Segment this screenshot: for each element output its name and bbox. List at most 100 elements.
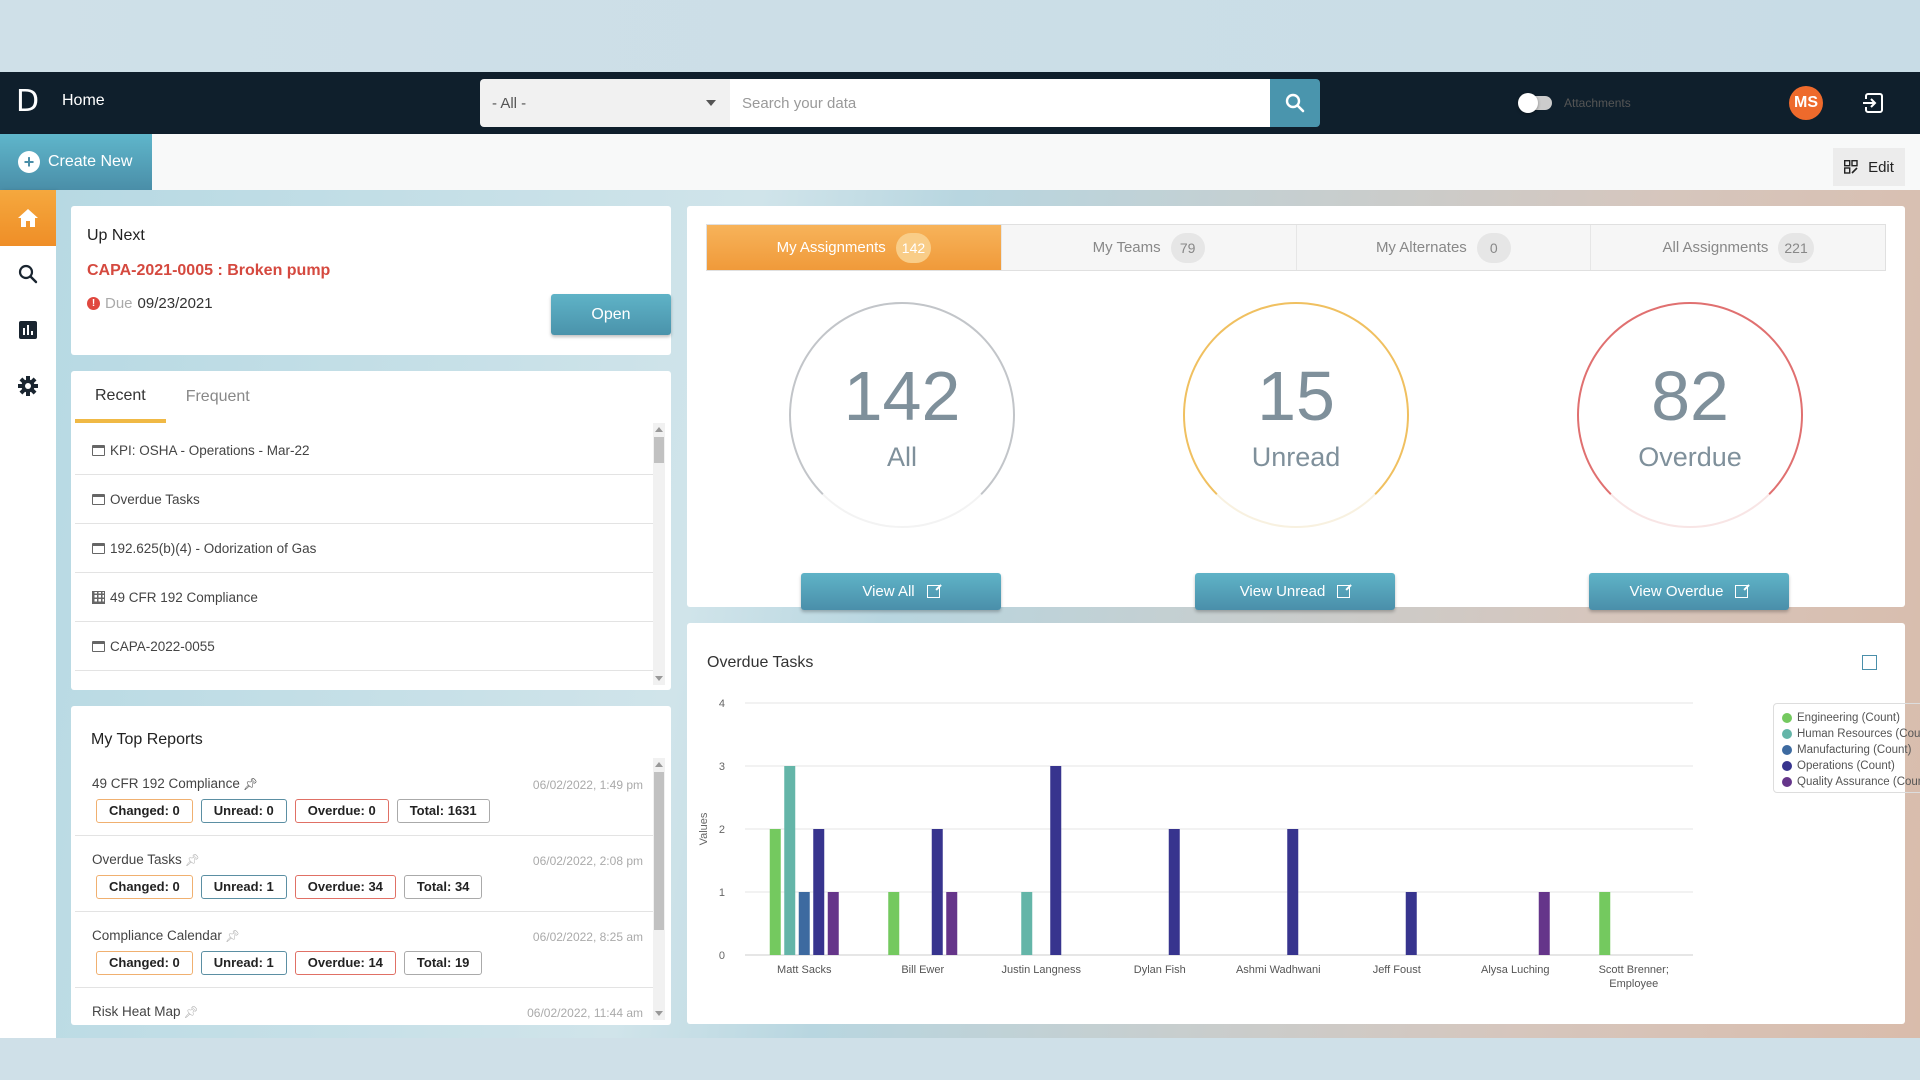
x-tick-label: Jeff Foust	[1373, 964, 1421, 976]
bar-manufacturing-count	[798, 892, 810, 955]
search-input[interactable]	[730, 79, 1270, 127]
list-item-label: CAPA-2022-0055	[110, 638, 215, 654]
search-icon	[1285, 93, 1305, 113]
bar-engineering-count	[1599, 892, 1611, 955]
overdue-tasks-chart: 0 1 2 3 4 Values Matt Sacks Bill Ewer Justin Lan…	[698, 698, 1693, 990]
legend-item[interactable]: Operations (Count)	[1782, 758, 1920, 774]
search-icon	[18, 264, 38, 284]
unread-badge[interactable]: Unread: 1	[200, 875, 287, 899]
pin-icon[interactable]: 📌︎	[184, 1005, 199, 1019]
due-date: 09/23/2021	[137, 295, 213, 312]
legend-item[interactable]: Manufacturing (Count)	[1782, 742, 1920, 758]
report-item[interactable]: 49 CFR 192 Compliance 📌︎ 06/02/2022, 1:49…	[75, 760, 655, 836]
sidebar-item-search[interactable]	[0, 246, 56, 302]
legend-item[interactable]: Quality Assurance (Count)	[1782, 774, 1920, 790]
logout-icon[interactable]	[1862, 92, 1884, 114]
sidebar-item-home[interactable]	[0, 190, 56, 246]
bar-operations-count	[813, 829, 825, 955]
tab-all-assignments[interactable]: All Assignments 221	[1591, 225, 1885, 270]
report-name[interactable]: Risk Heat Map	[92, 1004, 181, 1019]
user-avatar[interactable]: MS	[1789, 86, 1823, 120]
sidebar-item-settings[interactable]	[0, 358, 56, 414]
external-link-icon	[1337, 585, 1351, 598]
view-all-button[interactable]: View All	[801, 573, 1001, 610]
tab-my-teams[interactable]: My Teams 79	[1001, 225, 1297, 270]
edit-dashboard-button[interactable]: Edit	[1833, 148, 1905, 186]
total-badge[interactable]: Total: 34	[403, 875, 483, 899]
tab-frequent[interactable]: Frequent	[166, 371, 270, 423]
legend-item[interactable]: Human Resources (Count)	[1782, 726, 1920, 742]
scroll-thumb[interactable]	[654, 772, 664, 930]
form-icon	[92, 444, 105, 456]
tab-label: My Alternates	[1375, 239, 1467, 256]
report-name[interactable]: Overdue Tasks	[92, 852, 182, 867]
overdue-badge[interactable]: Overdue: 14	[294, 951, 396, 975]
list-item[interactable]: KPI: OSHA - Operations - Mar-22	[75, 426, 655, 475]
changed-badge[interactable]: Changed: 0	[96, 875, 193, 899]
scroll-up-arrow[interactable]	[655, 762, 663, 767]
app-logo[interactable]: D	[16, 86, 40, 118]
report-item[interactable]: Overdue Tasks 📌︎ 06/02/2022, 2:08 pm Chan…	[75, 836, 655, 912]
report-date: 06/02/2022, 1:49 pm	[532, 778, 643, 792]
report-name[interactable]: Compliance Calendar	[92, 928, 222, 943]
changed-badge[interactable]: Changed: 0	[96, 951, 193, 975]
report-name[interactable]: 49 CFR 192 Compliance	[92, 776, 240, 791]
list-item[interactable]: 192.625(b)(4) - Odorization of Gas	[75, 524, 655, 573]
changed-badge[interactable]: Changed: 0	[96, 799, 193, 823]
report-item[interactable]: Risk Heat Map 📌︎ 06/02/2022, 11:44 am	[75, 988, 655, 1022]
pin-icon[interactable]: 📌︎	[225, 929, 240, 943]
attachments-toggle[interactable]: Attachments	[1518, 79, 1631, 127]
list-item[interactable]: 49 CFR 192 Compliance	[75, 573, 655, 622]
recent-tabs: Recent Frequent	[75, 371, 270, 423]
bar-operations-count	[931, 829, 943, 955]
up-next-item-link[interactable]: CAPA-2021-0005 : Broken pump	[87, 262, 330, 280]
unread-badge[interactable]: Unread: 1	[200, 951, 287, 975]
page-title: Home	[62, 92, 105, 109]
top-reports-title: My Top Reports	[91, 731, 203, 748]
view-unread-button[interactable]: View Unread	[1195, 573, 1395, 610]
toggle-switch[interactable]	[1518, 93, 1552, 113]
toolbar: + Create New Edit	[0, 134, 1920, 190]
tab-label: All Assignments	[1662, 239, 1769, 256]
open-button[interactable]: Open	[551, 294, 671, 335]
pin-icon[interactable]: 📌︎	[243, 777, 258, 791]
report-badges: Changed: 0 Unread: 0 Overdue: 0 Total: 1…	[96, 799, 490, 823]
reports-scrollbar[interactable]	[653, 758, 665, 1020]
search-scope-select[interactable]: - All -	[480, 79, 730, 127]
total-badge[interactable]: Total: 19	[403, 951, 483, 975]
create-new-button[interactable]: + Create New	[0, 134, 152, 190]
bar-operations-count	[1405, 892, 1417, 955]
legend-item[interactable]: Engineering (Count)	[1782, 710, 1920, 726]
stat-unread: 15 Unread	[1183, 302, 1409, 528]
list-item[interactable]: CAPA-2022-0055	[75, 622, 655, 671]
expand-icon[interactable]	[1862, 655, 1877, 670]
attachments-label: Attachments	[1564, 96, 1631, 110]
external-link-icon	[1735, 585, 1749, 598]
sidebar-item-reports[interactable]	[0, 302, 56, 358]
stat-value: 82	[1651, 356, 1729, 435]
scroll-thumb[interactable]	[654, 437, 664, 463]
scroll-up-arrow[interactable]	[655, 427, 663, 432]
recent-card: Recent Frequent KPI: OSHA - Operations -…	[71, 371, 671, 690]
edit-layout-icon	[1844, 160, 1858, 174]
recent-scrollbar[interactable]	[653, 423, 665, 685]
pin-icon[interactable]: 📌︎	[185, 853, 200, 867]
assignments-card: My Assignments 142 My Teams 79 My Alternat…	[687, 206, 1905, 610]
stat-value: 142	[843, 356, 961, 435]
overdue-badge[interactable]: Overdue: 0	[294, 799, 389, 823]
scroll-down-arrow[interactable]	[655, 676, 663, 681]
tab-recent[interactable]: Recent	[75, 371, 166, 423]
search-button[interactable]	[1270, 79, 1320, 127]
total-badge[interactable]: Total: 1631	[396, 799, 490, 823]
unread-badge[interactable]: Unread: 0	[200, 799, 287, 823]
bar-quality-assurance-count	[827, 892, 839, 955]
home-icon	[18, 209, 38, 227]
bar-quality-assurance-count	[946, 892, 958, 955]
report-item[interactable]: Compliance Calendar 📌︎ 06/02/2022, 8:25 a…	[75, 912, 655, 988]
scroll-down-arrow[interactable]	[655, 1011, 663, 1016]
tab-my-alternates[interactable]: My Alternates 0	[1296, 225, 1592, 270]
overdue-badge[interactable]: Overdue: 34	[294, 875, 396, 899]
view-overdue-button[interactable]: View Overdue	[1589, 573, 1789, 610]
tab-my-assignments[interactable]: My Assignments 142	[707, 225, 1002, 270]
list-item[interactable]: Overdue Tasks	[75, 475, 655, 524]
